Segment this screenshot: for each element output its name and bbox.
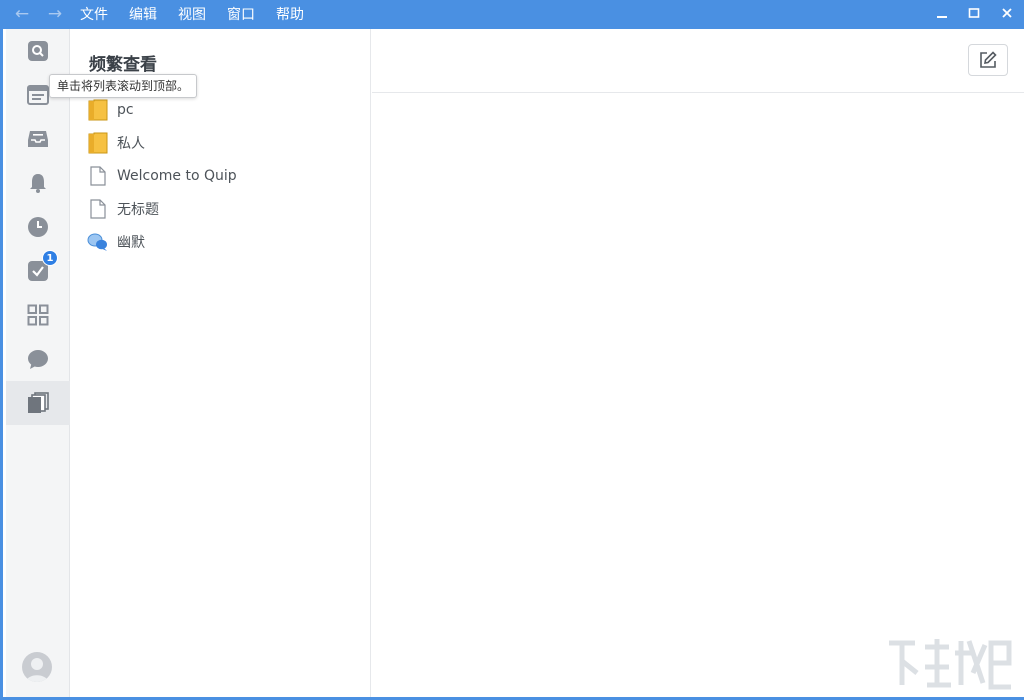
clock-icon xyxy=(28,217,48,237)
minimize-icon xyxy=(937,16,947,18)
sidebar-item-documents[interactable] xyxy=(6,381,70,425)
document-icon xyxy=(87,197,109,221)
grid-icon xyxy=(27,304,49,326)
list-item-label: pc xyxy=(117,102,134,118)
sidebar-item-tasks[interactable]: 1 xyxy=(6,249,70,293)
list-item-label: 幽默 xyxy=(117,235,145,251)
user-avatar[interactable] xyxy=(22,652,52,682)
folder-icon xyxy=(87,131,109,155)
inbox-icon xyxy=(28,131,48,147)
list-title[interactable]: 频繁查看 xyxy=(89,50,157,75)
menu-file[interactable]: 文件 xyxy=(80,5,108,25)
sidebar-rail: 1 xyxy=(6,29,70,697)
maximize-button[interactable] xyxy=(959,2,989,28)
sidebar-item-recent[interactable] xyxy=(6,205,70,249)
sidebar-item-inbox[interactable] xyxy=(6,117,70,161)
sidebar-item-notifications[interactable] xyxy=(6,161,70,205)
list-item-folder-pc[interactable]: pc xyxy=(87,96,357,124)
sidebar-item-apps[interactable] xyxy=(6,293,70,337)
browser-window-icon xyxy=(27,85,49,105)
close-icon xyxy=(1002,8,1012,18)
sidebar-item-chat[interactable] xyxy=(6,337,70,381)
forward-arrow-icon[interactable]: → xyxy=(44,4,66,24)
search-icon xyxy=(28,41,48,61)
back-arrow-icon[interactable]: ← xyxy=(11,4,33,24)
list-item-label: 私人 xyxy=(117,136,145,152)
documents-icon xyxy=(28,392,49,413)
list-item-doc-welcome[interactable]: Welcome to Quip xyxy=(87,162,357,190)
list-item-folder-private[interactable]: 私人 xyxy=(87,129,357,157)
user-avatar-icon xyxy=(26,658,48,682)
compose-button[interactable] xyxy=(968,44,1008,76)
chat-bubble-icon xyxy=(28,350,48,369)
list-item-label: Welcome to Quip xyxy=(117,168,237,184)
menu-view[interactable]: 视图 xyxy=(178,5,206,25)
menu-edit[interactable]: 编辑 xyxy=(129,5,157,25)
list-item-chat-humor[interactable]: 幽默 xyxy=(87,228,357,256)
list-item-label: 无标题 xyxy=(117,202,159,218)
minimize-button[interactable] xyxy=(927,2,957,28)
bell-icon xyxy=(30,174,46,193)
title-bar: ← → 文件 编辑 视图 窗口 帮助 xyxy=(3,0,1024,29)
compose-icon xyxy=(980,51,997,68)
maximize-icon xyxy=(968,8,980,18)
menu-window[interactable]: 窗口 xyxy=(227,5,255,25)
document-list-pane: 频繁查看 pc 私人 Welcome to Quip 无标题 幽默 xyxy=(71,29,371,697)
tasks-count-badge: 1 xyxy=(42,250,58,266)
document-header xyxy=(372,29,1024,93)
document-icon xyxy=(87,164,109,188)
sidebar-item-search[interactable] xyxy=(6,29,70,73)
list-item-doc-untitled[interactable]: 无标题 xyxy=(87,195,357,223)
watermark-logo xyxy=(883,633,1013,693)
app-window: ← → 文件 编辑 视图 窗口 帮助 1 频繁查看 pc 私人 Welcome … xyxy=(0,0,1024,700)
scroll-to-top-tooltip: 单击将列表滚动到顶部。 xyxy=(49,74,198,98)
document-pane xyxy=(372,29,1024,697)
folder-icon xyxy=(87,98,109,122)
chat-icon xyxy=(87,230,109,254)
close-button[interactable] xyxy=(992,2,1022,28)
menu-help[interactable]: 帮助 xyxy=(276,5,304,25)
